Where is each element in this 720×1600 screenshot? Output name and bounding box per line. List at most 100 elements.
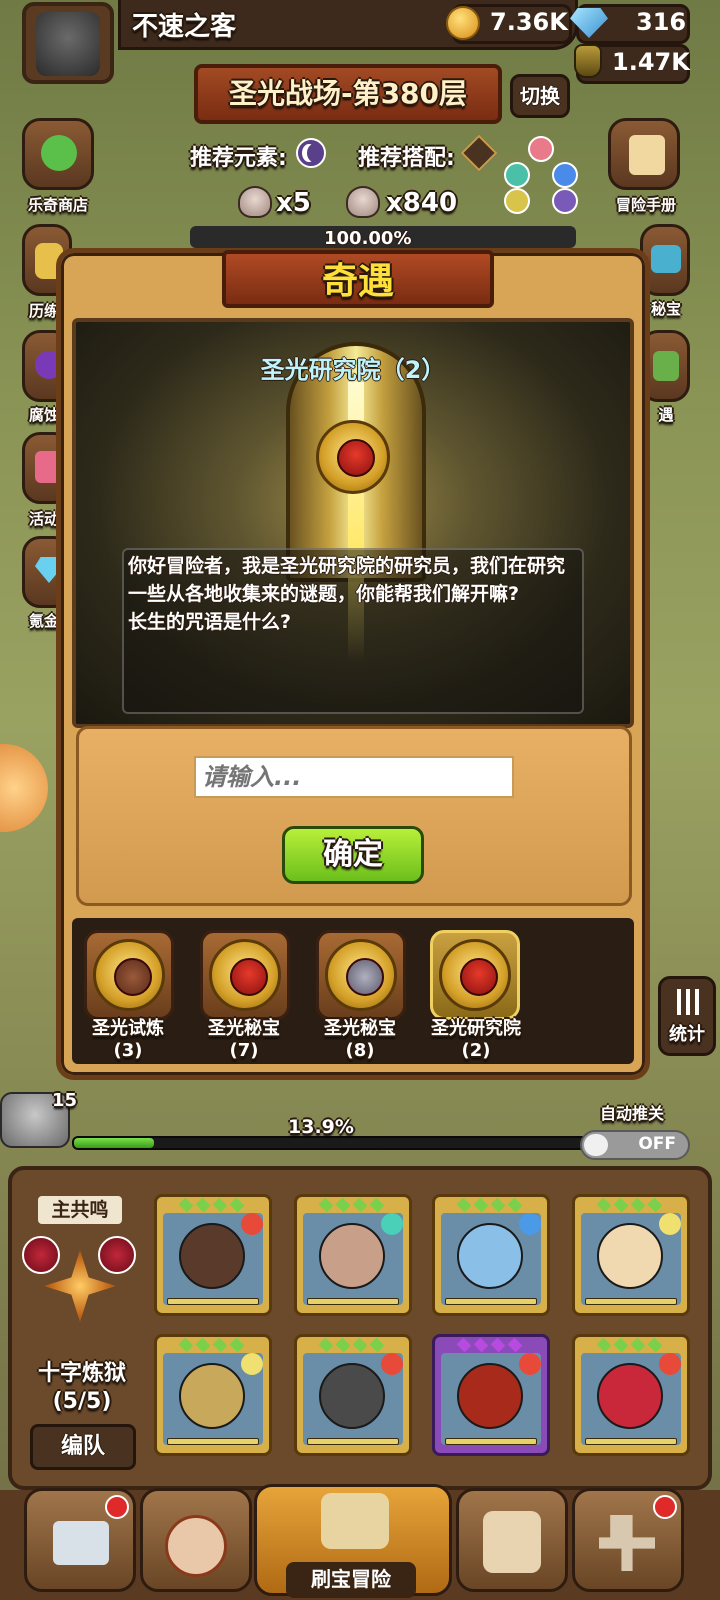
nav-adventure-label: 刷宝冒险 xyxy=(286,1562,416,1598)
handbook-side-button[interactable] xyxy=(608,118,680,190)
nav-hero-button[interactable] xyxy=(140,1488,252,1592)
hero-stars xyxy=(456,1197,537,1213)
event-label-trial: 圣光试炼 (3) xyxy=(92,1018,164,1061)
modal-title: 奇遇 xyxy=(321,261,394,302)
demon-medal-icon xyxy=(439,939,511,1011)
stage-title: 圣光战场-第380层 xyxy=(228,77,468,110)
map-compass-icon xyxy=(321,1493,389,1549)
side-label-handbook: 冒险手册 xyxy=(615,196,676,214)
gold-value: 7.36K xyxy=(490,8,568,36)
clover-icon xyxy=(41,135,77,171)
moon-element-icon[interactable] xyxy=(296,138,326,168)
kill-count-small: x5 xyxy=(276,188,311,218)
nav-shop-button[interactable] xyxy=(24,1488,136,1592)
notification-dot xyxy=(653,1495,677,1519)
hero-face xyxy=(319,1223,385,1289)
light-element-icon xyxy=(504,188,530,214)
knight-helmet-icon xyxy=(36,12,100,76)
hero-devil-card[interactable] xyxy=(572,1334,690,1456)
hero-hp-bar xyxy=(585,1298,677,1305)
hero-hp-bar xyxy=(445,1438,537,1445)
hero-stars xyxy=(456,1337,537,1353)
side-label-treasure: 秘宝 xyxy=(650,300,681,318)
potion-jar-icon xyxy=(574,44,602,78)
kill-count-big: x840 xyxy=(386,188,458,218)
event-tile-treasure-7[interactable] xyxy=(200,930,290,1020)
hero-agent-card[interactable] xyxy=(294,1194,412,1316)
element-icon xyxy=(659,1213,681,1235)
element-icon xyxy=(381,1213,403,1235)
hero-stars xyxy=(318,1197,399,1213)
hero-hp-bar xyxy=(307,1298,399,1305)
anvil-medal-icon xyxy=(325,939,397,1011)
answer-input[interactable] xyxy=(194,756,514,798)
hero-bandit-card[interactable] xyxy=(154,1194,272,1316)
resonance-label: 主共鸣 xyxy=(36,1194,124,1226)
player-name: 不速之客 xyxy=(132,12,237,42)
toggle-knob xyxy=(584,1134,608,1156)
gem-value: 316 xyxy=(636,8,687,36)
dialog-question: 长生的咒语是什么? xyxy=(128,611,292,633)
confirm-button[interactable]: 确定 xyxy=(282,826,424,884)
element-icon xyxy=(241,1213,263,1235)
element-icon xyxy=(519,1213,541,1235)
nav-bag-button[interactable] xyxy=(456,1488,568,1592)
fire-element-icon xyxy=(528,136,554,162)
resonance-badge-right-icon[interactable] xyxy=(98,1236,136,1274)
event-title: 圣光研究院（2） xyxy=(260,356,446,384)
wind-element-icon xyxy=(504,162,530,188)
hero-face xyxy=(457,1363,523,1429)
stage-progress-text: 100.00% xyxy=(324,228,412,249)
toggle-state: OFF xyxy=(638,1134,676,1154)
formation-count: (5/5) xyxy=(52,1389,112,1414)
nav-forge-button[interactable] xyxy=(572,1488,684,1592)
hero-hp-bar xyxy=(445,1298,537,1305)
shop-side-button[interactable] xyxy=(22,118,94,190)
bar-chart-icon xyxy=(677,989,699,1015)
dialog-text: 你好冒险者，我是圣光研究院的研究员，我们在研究一些从各地收集来的谜题，你能帮我们… xyxy=(128,552,578,636)
side-label-shop: 乐奇商店 xyxy=(27,196,88,214)
hero-demon-card[interactable] xyxy=(432,1334,550,1456)
hero-blue-hair-card[interactable] xyxy=(432,1194,550,1316)
event-tile-treasure-8[interactable] xyxy=(316,930,406,1020)
auto-push-label: 自动推关 xyxy=(600,1104,665,1123)
element-icon xyxy=(659,1353,681,1375)
event-tile-research[interactable] xyxy=(430,930,520,1020)
switch-stage-button[interactable]: 切换 xyxy=(510,74,570,118)
gold-coin-icon xyxy=(446,6,480,40)
combo-diamond-icon[interactable] xyxy=(460,134,498,172)
edit-team-button[interactable]: 编队 xyxy=(30,1424,136,1470)
backpack-icon xyxy=(483,1511,541,1573)
hero-stars xyxy=(318,1337,399,1353)
hero-face xyxy=(597,1363,663,1429)
hero-face xyxy=(457,1223,523,1289)
hero-king-card[interactable] xyxy=(572,1194,690,1316)
wave-progress-text: 13.9% xyxy=(288,1116,354,1138)
hero-hooded-card[interactable] xyxy=(294,1334,412,1456)
potion-value: 1.47K xyxy=(612,48,690,76)
auto-push-toggle[interactable]: OFF xyxy=(580,1130,690,1160)
resonance-badge-left-icon[interactable] xyxy=(22,1236,60,1274)
hero-gladiator-card[interactable] xyxy=(154,1334,272,1456)
formation-label: 十字炼狱 (5/5) xyxy=(20,1360,144,1416)
dark-element-icon xyxy=(552,188,578,214)
player-avatar[interactable] xyxy=(22,2,114,84)
scroll-icon xyxy=(629,135,665,175)
demon-medal-icon xyxy=(316,420,390,494)
element-icon xyxy=(381,1353,403,1375)
chest-icon xyxy=(651,245,681,273)
formation-name: 十字炼狱 xyxy=(37,1361,126,1386)
water-element-icon xyxy=(552,162,578,188)
element-icon xyxy=(519,1353,541,1375)
shop-icon xyxy=(53,1521,109,1565)
hero-stars xyxy=(178,1337,259,1353)
mailbox-count: 15 xyxy=(52,1090,78,1111)
stats-label: 统计 xyxy=(669,1024,705,1045)
wave-progress-fill xyxy=(74,1138,155,1148)
hero-hp-bar xyxy=(585,1438,677,1445)
skull-icon xyxy=(238,186,272,218)
notification-dot xyxy=(105,1495,129,1519)
side-pet-avatar[interactable] xyxy=(0,744,48,832)
event-tile-trial[interactable] xyxy=(84,930,174,1020)
hero-stars xyxy=(596,1337,677,1353)
